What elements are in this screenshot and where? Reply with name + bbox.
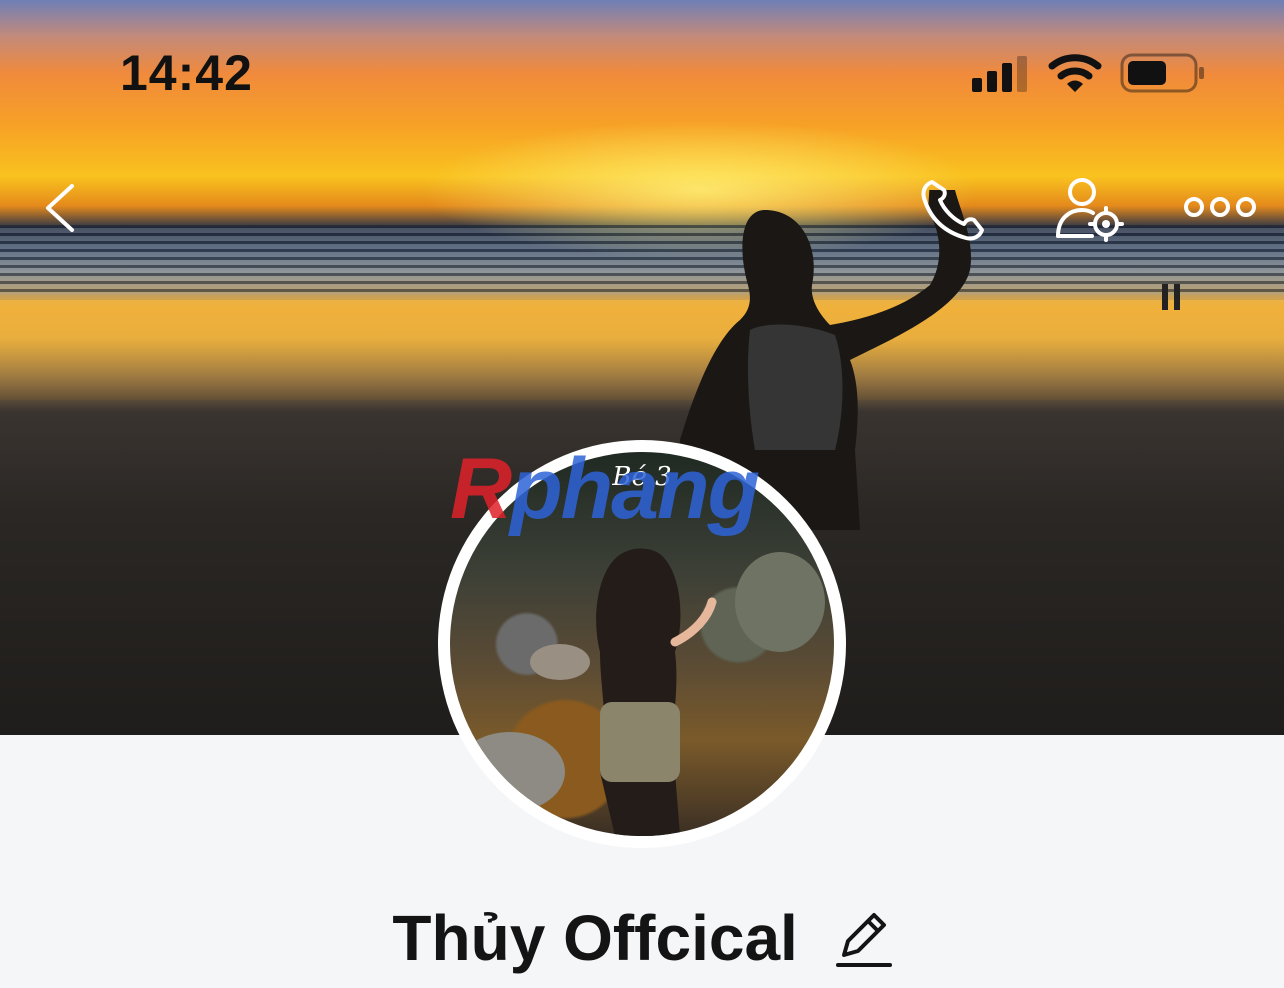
battery-icon	[1120, 53, 1204, 93]
sand-reflection	[0, 300, 1284, 400]
profile-name-text: Thủy Offcical	[392, 902, 798, 975]
watermark-logo: Rphang	[450, 440, 760, 539]
phone-icon[interactable]	[918, 176, 990, 242]
more-dots-icon[interactable]	[1182, 190, 1258, 224]
status-time: 14:42	[120, 45, 253, 101]
cellular-signal-icon	[972, 56, 1027, 92]
distant-people	[1162, 284, 1180, 310]
back-chevron-icon[interactable]	[36, 178, 86, 238]
profile-name: Thủy Offcical	[0, 896, 1284, 975]
user-settings-icon[interactable]	[1052, 174, 1124, 242]
pencil-icon[interactable]	[835, 907, 892, 969]
wifi-icon	[1048, 54, 1102, 92]
watermark-rest: phang	[510, 441, 760, 537]
watermark-first-letter: R	[450, 441, 512, 537]
status-bar: 14:42	[0, 0, 1284, 130]
